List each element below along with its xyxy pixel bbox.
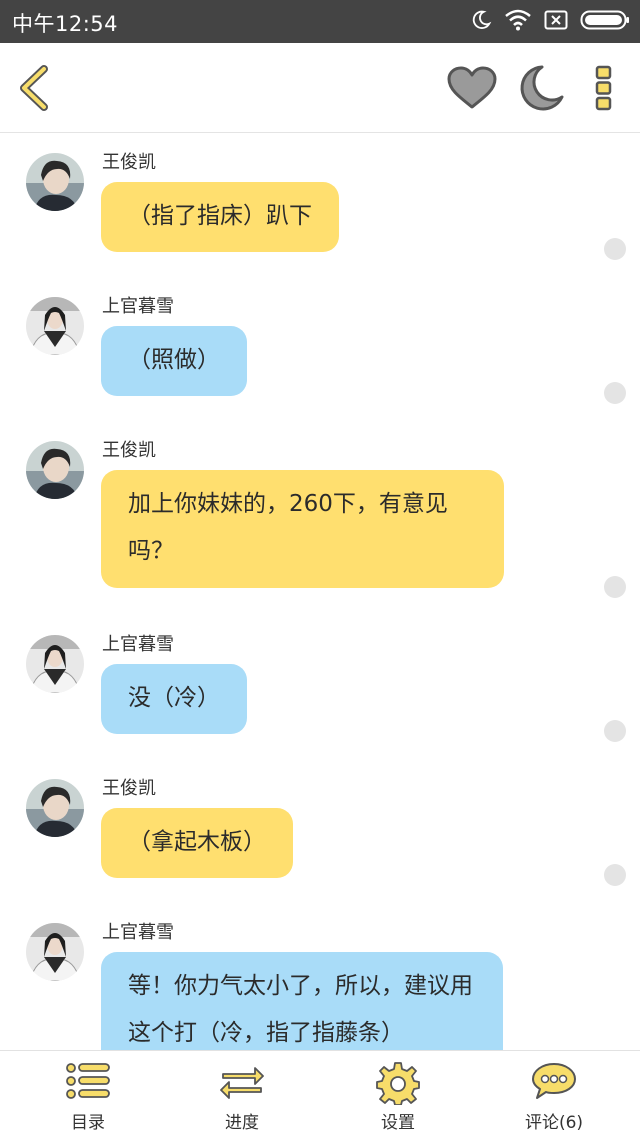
message-bubble[interactable]: （拿起木板） xyxy=(101,808,293,878)
status-time: 中午12:54 xyxy=(12,12,119,36)
list-icon xyxy=(66,1063,110,1099)
comment-dot[interactable] xyxy=(604,864,626,886)
sender-name: 王俊凯 xyxy=(102,778,156,799)
top-bar xyxy=(0,43,640,133)
comment-dot[interactable] xyxy=(604,576,626,598)
avatar[interactable] xyxy=(26,923,84,981)
chat-bubble-icon xyxy=(532,1063,576,1099)
nav-label: 评论(6) xyxy=(524,1113,584,1133)
list-item: 上官暮雪 （照做） xyxy=(0,278,640,422)
sender-name: 上官暮雪 xyxy=(102,634,174,655)
back-chevron-icon xyxy=(20,65,48,111)
message-bubble[interactable]: 没（冷） xyxy=(101,664,247,734)
nav-label: 设置 xyxy=(381,1113,415,1133)
back-button[interactable] xyxy=(14,63,54,113)
avatar[interactable] xyxy=(26,297,84,355)
favorite-button[interactable] xyxy=(446,65,498,111)
comment-dot[interactable] xyxy=(604,382,626,404)
list-item: 上官暮雪 等！你力气太小了，所以，建议用 这个打（冷，指了指藤条） xyxy=(0,904,640,1050)
avatar[interactable] xyxy=(26,635,84,693)
nav-label: 目录 xyxy=(71,1113,105,1133)
list-item: 王俊凯 （拿起木板） xyxy=(0,760,640,904)
message-text-line: 这个打（冷，指了指藤条） xyxy=(128,1020,404,1046)
nav-settings[interactable]: 设置 xyxy=(318,1051,478,1138)
more-options-button[interactable] xyxy=(592,65,616,111)
gear-icon xyxy=(376,1062,420,1105)
avatar[interactable] xyxy=(26,779,84,837)
sender-name: 上官暮雪 xyxy=(102,296,174,317)
bottom-nav: 目录 进度 设置 评论(6) xyxy=(0,1050,640,1138)
message-text-line: 吗？ xyxy=(128,538,174,564)
heart-icon xyxy=(447,66,497,109)
wifi-icon xyxy=(505,9,531,31)
list-item: 王俊凯 加上你妹妹的，260下，有意见 吗？ xyxy=(0,422,640,616)
message-text: （拿起木板） xyxy=(128,829,266,855)
message-text-line: 等！你力气太小了，所以，建议用 xyxy=(128,973,473,999)
message-text: （指了指床）趴下 xyxy=(128,203,312,229)
status-icons xyxy=(470,9,630,31)
avatar[interactable] xyxy=(26,153,84,211)
message-text-line: 加上你妹妹的，260下，有意见 xyxy=(128,491,448,517)
nav-comments[interactable]: 评论(6) xyxy=(474,1051,634,1138)
comment-dot[interactable] xyxy=(604,238,626,260)
avatar[interactable] xyxy=(26,441,84,499)
message-bubble[interactable]: （照做） xyxy=(101,326,247,396)
no-sim-icon xyxy=(544,10,568,30)
night-mode-button[interactable] xyxy=(518,63,566,113)
comment-dot[interactable] xyxy=(604,720,626,742)
moon-icon xyxy=(520,65,564,111)
sender-name: 王俊凯 xyxy=(102,152,156,173)
chat-list[interactable]: 王俊凯 （指了指床）趴下 上官暮雪 （照做） 王俊凯 加上你妹妹的，260下，有… xyxy=(0,134,640,1050)
nav-label: 进度 xyxy=(225,1113,259,1133)
nav-catalog[interactable]: 目录 xyxy=(8,1051,168,1138)
swap-arrows-icon xyxy=(220,1067,264,1099)
more-vertical-icon xyxy=(595,65,612,111)
message-bubble[interactable]: 加上你妹妹的，260下，有意见 吗？ xyxy=(101,470,504,588)
sender-name: 王俊凯 xyxy=(102,440,156,461)
list-item: 王俊凯 （指了指床）趴下 xyxy=(0,134,640,278)
message-text: 没（冷） xyxy=(128,685,220,711)
message-bubble[interactable]: 等！你力气太小了，所以，建议用 这个打（冷，指了指藤条） xyxy=(101,952,503,1050)
battery-icon xyxy=(580,10,629,30)
message-text: （照做） xyxy=(128,347,220,373)
nav-progress[interactable]: 进度 xyxy=(162,1051,322,1138)
moon-icon xyxy=(472,10,492,29)
message-bubble[interactable]: （指了指床）趴下 xyxy=(101,182,339,252)
list-item: 上官暮雪 没（冷） xyxy=(0,616,640,760)
sender-name: 上官暮雪 xyxy=(102,922,174,943)
status-bar: 中午12:54 xyxy=(0,0,640,43)
